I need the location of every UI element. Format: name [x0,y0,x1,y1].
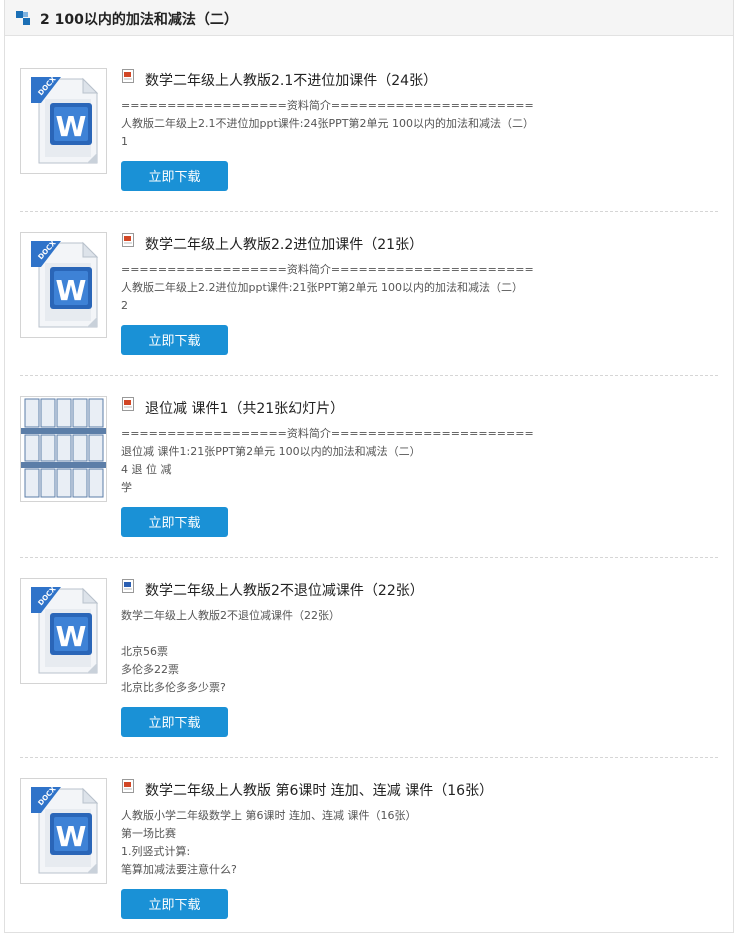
resource-item: W DOCX 数学二年级上人教版2不退位减课件（22张） 数学二年级上人教版2不退… [20,578,718,741]
summary-line: ==================资料简介==================… [121,99,534,112]
section-title: 2 100以内的加法和减法（二） [40,12,238,28]
resource-title[interactable]: 数学二年级上人教版2.1不进位加课件（24张） [145,70,437,90]
resource-title[interactable]: 数学二年级上人教版2.2进位加课件（21张） [145,234,423,254]
summary-line: 人教版二年级上2.2进位加ppt课件:21张PPT第2单元 100以内的加法和减… [121,281,523,294]
download-button[interactable]: 立即下载 [121,507,228,537]
summary-line: 人教版小学二年级数学上 第6课时 连加、连减 课件（16张） [121,809,417,822]
section-icon [16,11,30,25]
resource-title[interactable]: 数学二年级上人教版2不退位减课件（22张） [145,580,424,600]
resource-summary: ==================资料简介==================… [121,97,534,151]
item-divider [20,557,718,558]
resource-summary: 数学二年级上人教版2不退位减课件（22张） 北京56票多伦多22票北京比多伦多多少… [121,607,340,697]
resource-title[interactable]: 退位减 课件1（共21张幻灯片） [145,398,344,418]
resource-panel: 2 100以内的加法和减法（二） W DOCX 数学二年级上人教版2.1不进位加… [4,0,734,933]
resource-title[interactable]: 数学二年级上人教版 第6课时 连加、连减 课件（16张） [145,780,493,800]
resource-item: W DOCX 数学二年级上人教版2.1不进位加课件（24张） ==========… [20,68,718,231]
summary-line: 学 [121,481,132,494]
doc-file-icon [121,578,135,593]
summary-line: ==================资料简介==================… [121,427,534,440]
download-button[interactable]: 立即下载 [121,889,228,919]
summary-line [121,625,340,643]
ppt-file-icon [121,68,135,83]
docx-icon[interactable]: W DOCX [20,68,107,174]
item-divider [20,757,718,758]
resource-summary: ==================资料简介==================… [121,425,534,497]
summary-line: 北京56票 [121,645,168,658]
download-button[interactable]: 立即下载 [121,707,228,737]
resource-summary: 人教版小学二年级数学上 第6课时 连加、连减 课件（16张） 第一场比赛 1.列竖式… [121,807,416,879]
resource-item: W DOCX 数学二年级上人教版2.2进位加课件（21张） ===========… [20,232,718,395]
svg-text:W: W [56,620,87,653]
item-divider [20,211,718,212]
summary-line: 1.列竖式计算: [121,845,191,858]
summary-line: ==================资料简介==================… [121,263,534,276]
summary-line: 退位减 课件1:21张PPT第2单元 100以内的加法和减法（二） [121,445,421,458]
svg-text:W: W [56,274,87,307]
summary-line: 第一场比赛 [121,827,176,840]
download-button[interactable]: 立即下载 [121,325,228,355]
summary-line: 4 退 位 减 [121,463,172,476]
resource-summary: ==================资料简介==================… [121,261,534,315]
docx-icon[interactable]: W DOCX [20,778,107,884]
svg-text:W: W [56,110,87,143]
download-button[interactable]: 立即下载 [121,161,228,191]
docx-icon[interactable]: W DOCX [20,578,107,684]
ppt-file-icon [121,778,135,793]
summary-line: 笔算加减法要注意什么? [121,863,237,876]
resource-item: W DOCX 数学二年级上人教版 第6课时 连加、连减 课件（16张） 人教版小学… [20,778,718,941]
ppt-file-icon [121,396,135,411]
summary-line: 人教版二年级上2.1不进位加ppt课件:24张PPT第2单元 100以内的加法和… [121,117,534,130]
slide-grid-thumbnail[interactable] [20,396,107,502]
svg-text:W: W [56,820,87,853]
section-header: 2 100以内的加法和减法（二） [5,0,733,36]
summary-line: 数学二年级上人教版2不退位减课件（22张） [121,609,340,622]
summary-line: 1 [121,135,128,148]
summary-line: 多伦多22票 [121,663,179,676]
resource-item: 退位减 课件1（共21张幻灯片） ==================资料简介==… [20,396,718,559]
item-divider [20,375,718,376]
summary-line: 北京比多伦多多少票? [121,681,226,694]
docx-icon[interactable]: W DOCX [20,232,107,338]
ppt-file-icon [121,232,135,247]
summary-line: 2 [121,299,128,312]
